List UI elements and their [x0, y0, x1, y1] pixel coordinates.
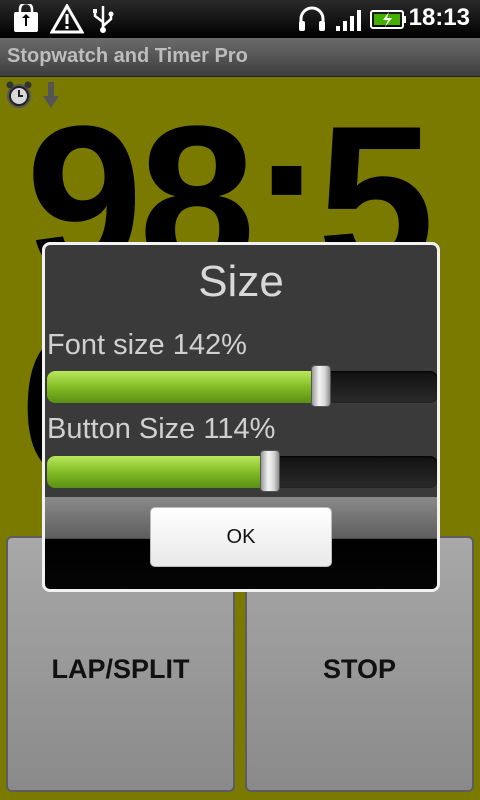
button-size-slider-fill	[47, 456, 270, 488]
dialog-title: Size	[198, 257, 284, 306]
battery-charging-icon	[370, 10, 406, 29]
app-title: Stopwatch and Timer Pro	[7, 45, 248, 67]
ok-label: OK	[226, 526, 256, 548]
app-title-bar: Stopwatch and Timer Pro	[0, 38, 480, 77]
signal-icon	[336, 10, 361, 31]
clock-time: 18:13	[408, 4, 470, 31]
font-size-slider-fill	[47, 371, 321, 403]
headphones-icon	[299, 6, 325, 31]
lap-split-label: LAP/SPLIT	[51, 654, 190, 684]
shopping-bag-icon	[14, 4, 38, 32]
size-dialog: Size Font size 142% Button Size 114% OK	[42, 242, 440, 592]
font-size-slider[interactable]	[47, 365, 437, 407]
button-size-slider-thumb[interactable]	[259, 450, 280, 492]
button-size-slider[interactable]	[47, 450, 437, 492]
usb-icon	[93, 6, 114, 33]
dialog-button-bar: OK	[45, 497, 437, 589]
stop-label: STOP	[322, 654, 397, 684]
status-bar: 18:13	[0, 0, 480, 38]
font-size-slider-thumb[interactable]	[310, 365, 331, 407]
warning-icon	[50, 4, 84, 34]
button-size-label: Button Size 114%	[47, 413, 276, 445]
font-size-label: Font size 142%	[47, 329, 247, 361]
ok-button[interactable]: OK	[150, 507, 332, 567]
